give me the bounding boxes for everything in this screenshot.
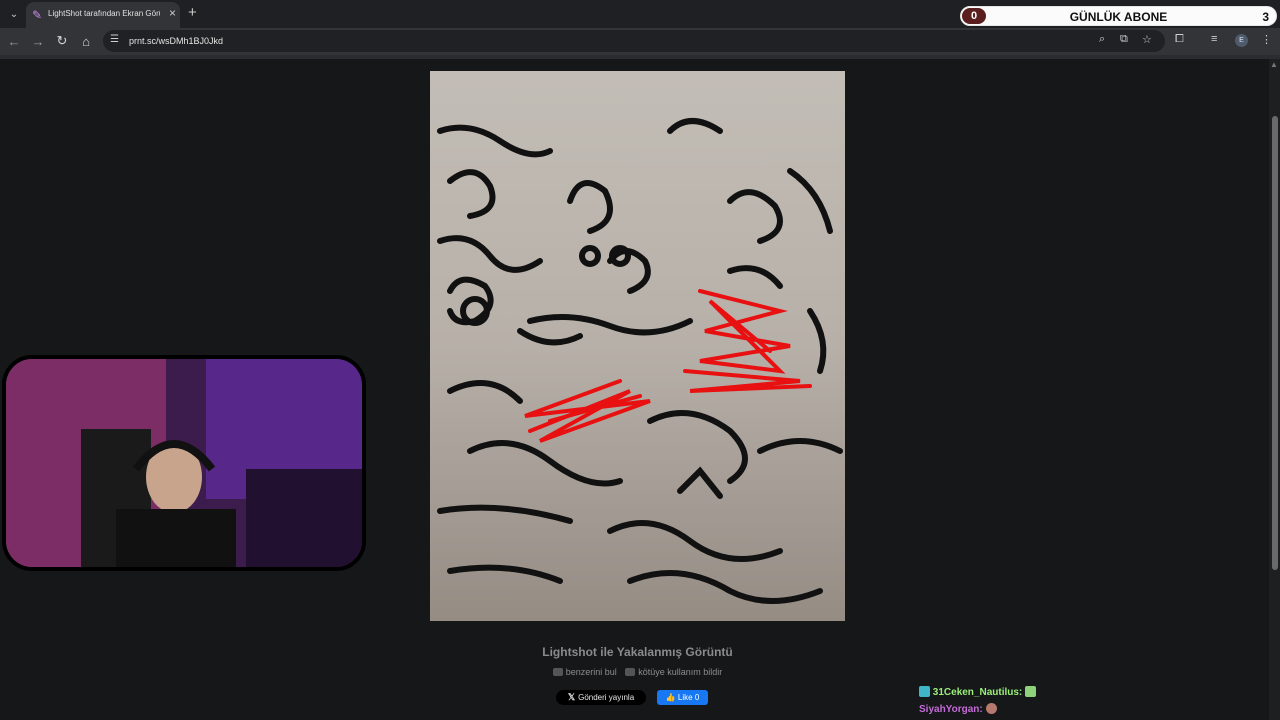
new-tab-button[interactable]: + [188,4,197,21]
chat-line: 31Ceken_Nautilus: [919,686,1037,703]
home-icon[interactable]: ⌂ [77,32,95,50]
scroll-up-icon[interactable]: ▲ [1270,60,1278,69]
address-bar[interactable]: ☰ prnt.sc/wsDMh1BJ0Jkd ⌕ ⧉ ☆ [103,30,1165,52]
chat-username: 31Ceken_Nautilus: [932,687,1023,698]
tab-search-chevron-down-icon[interactable]: ⌄ [5,5,23,23]
captured-screenshot-image [430,71,845,621]
daily-subscriber-goal-bar: GÜNLÜK ABONE 0 3 [960,6,1277,26]
find-similar-link[interactable]: benzerini bul [552,667,617,677]
share-label: Gönderi yayınla [578,693,635,702]
like-label: Like [677,693,693,702]
menu-icon[interactable]: ⋮ [1261,33,1272,46]
reload-icon[interactable]: ↻ [53,32,71,50]
facebook-like-icon: 👍 [665,693,678,702]
webcam-overlay [2,355,366,571]
url-text[interactable]: prnt.sc/wsDMh1BJ0Jkd [129,36,223,46]
page-caption: Lightshot ile Yakalanmış Görüntü [542,645,733,659]
goal-target-count: 3 [1262,10,1269,24]
goal-current-count: 0 [962,8,986,24]
x-logo-icon: 𝕏 [567,692,576,702]
emote-icon [1025,686,1037,697]
x-share-button[interactable]: 𝕏 Gönderi yayınla [556,690,646,705]
goal-label: GÜNLÜK ABONE [1069,10,1168,24]
chat-line: SiyahYorgan: [919,703,1036,720]
tune-icon[interactable]: ☰ [110,34,119,45]
feather-icon: ✎ [32,8,43,22]
zoom-icon[interactable]: ⌕ [1099,33,1105,46]
stream-chat-overlay: 31Ceken_Nautilus: SiyahYorgan: [919,686,1037,720]
emote-icon [985,703,997,714]
report-abuse-link[interactable]: kötüye kullanım bildir [625,667,722,677]
chat-username: SiyahYorgan: [919,704,983,715]
install-icon[interactable]: ⧉ [1120,33,1128,46]
tab-title: LightShot tarafından Ekran Görüntüsü [48,9,160,18]
flag-icon [625,668,636,676]
facebook-like-button[interactable]: 👍 Like 0 [657,690,708,705]
extensions-icon[interactable]: ⧠ [1175,33,1184,46]
like-count: 0 [694,693,700,702]
browser-toolbar: ← → ↻ ⌂ ☰ prnt.sc/wsDMh1BJ0Jkd ⌕ ⧉ ☆ ⧠ ≡… [0,28,1280,55]
media-icon[interactable]: ≡ [1211,33,1217,45]
browser-tab[interactable]: ✎ LightShot tarafından Ekran Görüntüsü × [26,2,180,28]
star-icon[interactable]: ☆ [1142,33,1152,46]
forward-icon[interactable]: → [29,32,47,50]
toolbar-divider [0,55,1280,59]
action-links: benzerini bul kötüye kullanım bildir [430,667,845,677]
back-icon[interactable]: ← [5,32,23,50]
image-icon [552,668,563,676]
scroll-thumb[interactable] [1272,116,1278,570]
badge-icon [919,686,930,697]
close-icon[interactable]: × [169,6,176,20]
profile-avatar[interactable]: E [1235,34,1248,47]
